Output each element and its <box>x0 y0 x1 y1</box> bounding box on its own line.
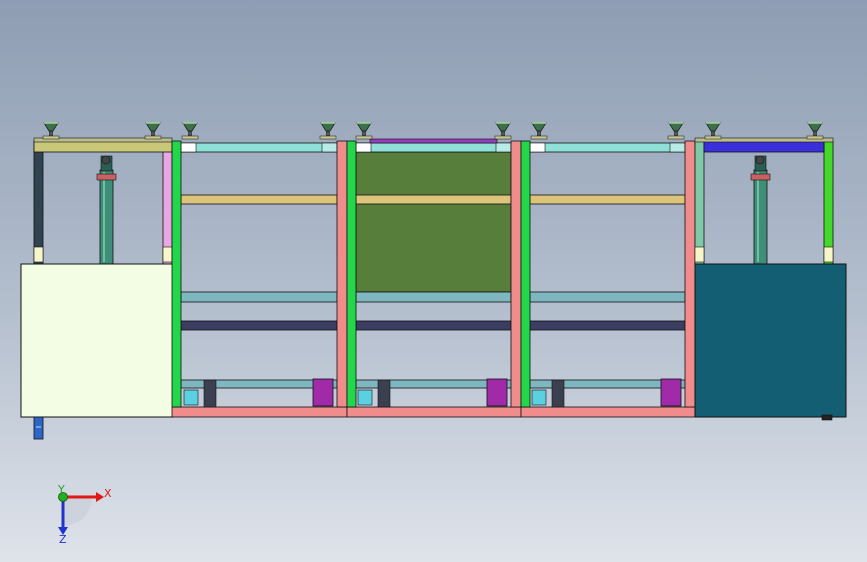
bay-2-sensor <box>357 389 373 406</box>
bay-2-panel <box>355 151 512 293</box>
right-column-teal <box>694 140 705 265</box>
bay-1-tray <box>180 320 338 331</box>
bay-2-motor <box>486 378 508 407</box>
bay-3-shelf <box>529 194 686 205</box>
axis-triad: X Y Z <box>57 483 112 546</box>
y-axis-label: Y <box>57 483 65 496</box>
bay-1 <box>171 140 348 408</box>
left-bracket-1 <box>33 246 44 263</box>
bay-1-motor <box>312 378 334 407</box>
bay-2 <box>346 138 522 408</box>
suction-cup <box>530 122 548 140</box>
bay-2-top-beam <box>355 142 512 153</box>
base-beam-3 <box>520 406 696 418</box>
left-cylinder <box>99 169 114 265</box>
bay-2-col-green <box>346 140 357 408</box>
bay-1-rail <box>180 291 338 303</box>
right-foot <box>821 414 833 421</box>
bay-1-col-pink <box>336 140 348 408</box>
machine-drawing: X Y Z <box>20 122 847 546</box>
bay-2-shelf <box>355 194 512 205</box>
suction-cup <box>667 122 685 140</box>
base-beam-2 <box>346 406 522 418</box>
right-module <box>694 137 847 421</box>
left-cylinder-clamp <box>96 173 117 181</box>
right-bracket-1 <box>694 246 705 263</box>
bay-2-block <box>377 379 391 408</box>
left-cabinet <box>20 263 174 418</box>
triad-gradient-arc <box>63 497 92 526</box>
suction-cup <box>355 122 373 140</box>
z-axis-label: Z <box>59 533 67 546</box>
bay-2-rail <box>355 291 512 303</box>
bay-3-motor <box>660 378 682 407</box>
bay-2-col-pink <box>510 140 522 408</box>
left-bracket-2 <box>162 246 173 263</box>
bay-3-top-beam <box>529 142 686 153</box>
left-foot <box>33 416 44 440</box>
bay-3-col-pink <box>684 140 696 408</box>
bay-1-col-green <box>171 140 182 408</box>
cad-viewport[interactable]: X Y Z <box>0 0 867 562</box>
right-top-beam <box>703 140 825 153</box>
left-cylinder-knob <box>101 155 111 165</box>
left-column-pink <box>162 140 173 265</box>
right-cylinder <box>753 169 768 265</box>
x-axis-arrow <box>96 492 104 502</box>
right-column-green <box>823 140 834 265</box>
bay-1-block <box>203 379 217 408</box>
right-bracket-2 <box>823 246 834 263</box>
suction-cup <box>806 122 824 140</box>
right-cylinder-clamp <box>750 173 771 181</box>
left-module <box>20 137 174 440</box>
bay-2-purple-rail <box>369 138 498 144</box>
right-cabinet <box>694 263 847 418</box>
left-top-beam <box>33 140 173 153</box>
bay-3-block <box>551 379 565 408</box>
bay-3-tray <box>529 320 686 331</box>
bay-1-sensor <box>183 389 199 406</box>
suction-cup <box>494 122 512 140</box>
bay-3-col-green <box>520 140 531 408</box>
bay-3-sensor <box>531 389 547 406</box>
base-beam-1 <box>171 406 348 418</box>
bay-1-top-beam <box>180 142 338 153</box>
bay-1-shelf <box>180 194 338 205</box>
base-beams <box>171 406 696 418</box>
suction-cups <box>42 122 824 140</box>
left-column-dark <box>33 140 44 265</box>
bay-3-rail <box>529 291 686 303</box>
suction-cup <box>181 122 199 140</box>
suction-cup <box>319 122 337 140</box>
suction-cup <box>42 122 60 140</box>
suction-cup <box>144 122 162 140</box>
suction-cup <box>704 122 722 140</box>
right-cylinder-knob <box>755 155 765 165</box>
x-axis-label: X <box>104 487 112 500</box>
bay-3 <box>520 140 696 408</box>
bay-2-tray <box>355 320 512 331</box>
